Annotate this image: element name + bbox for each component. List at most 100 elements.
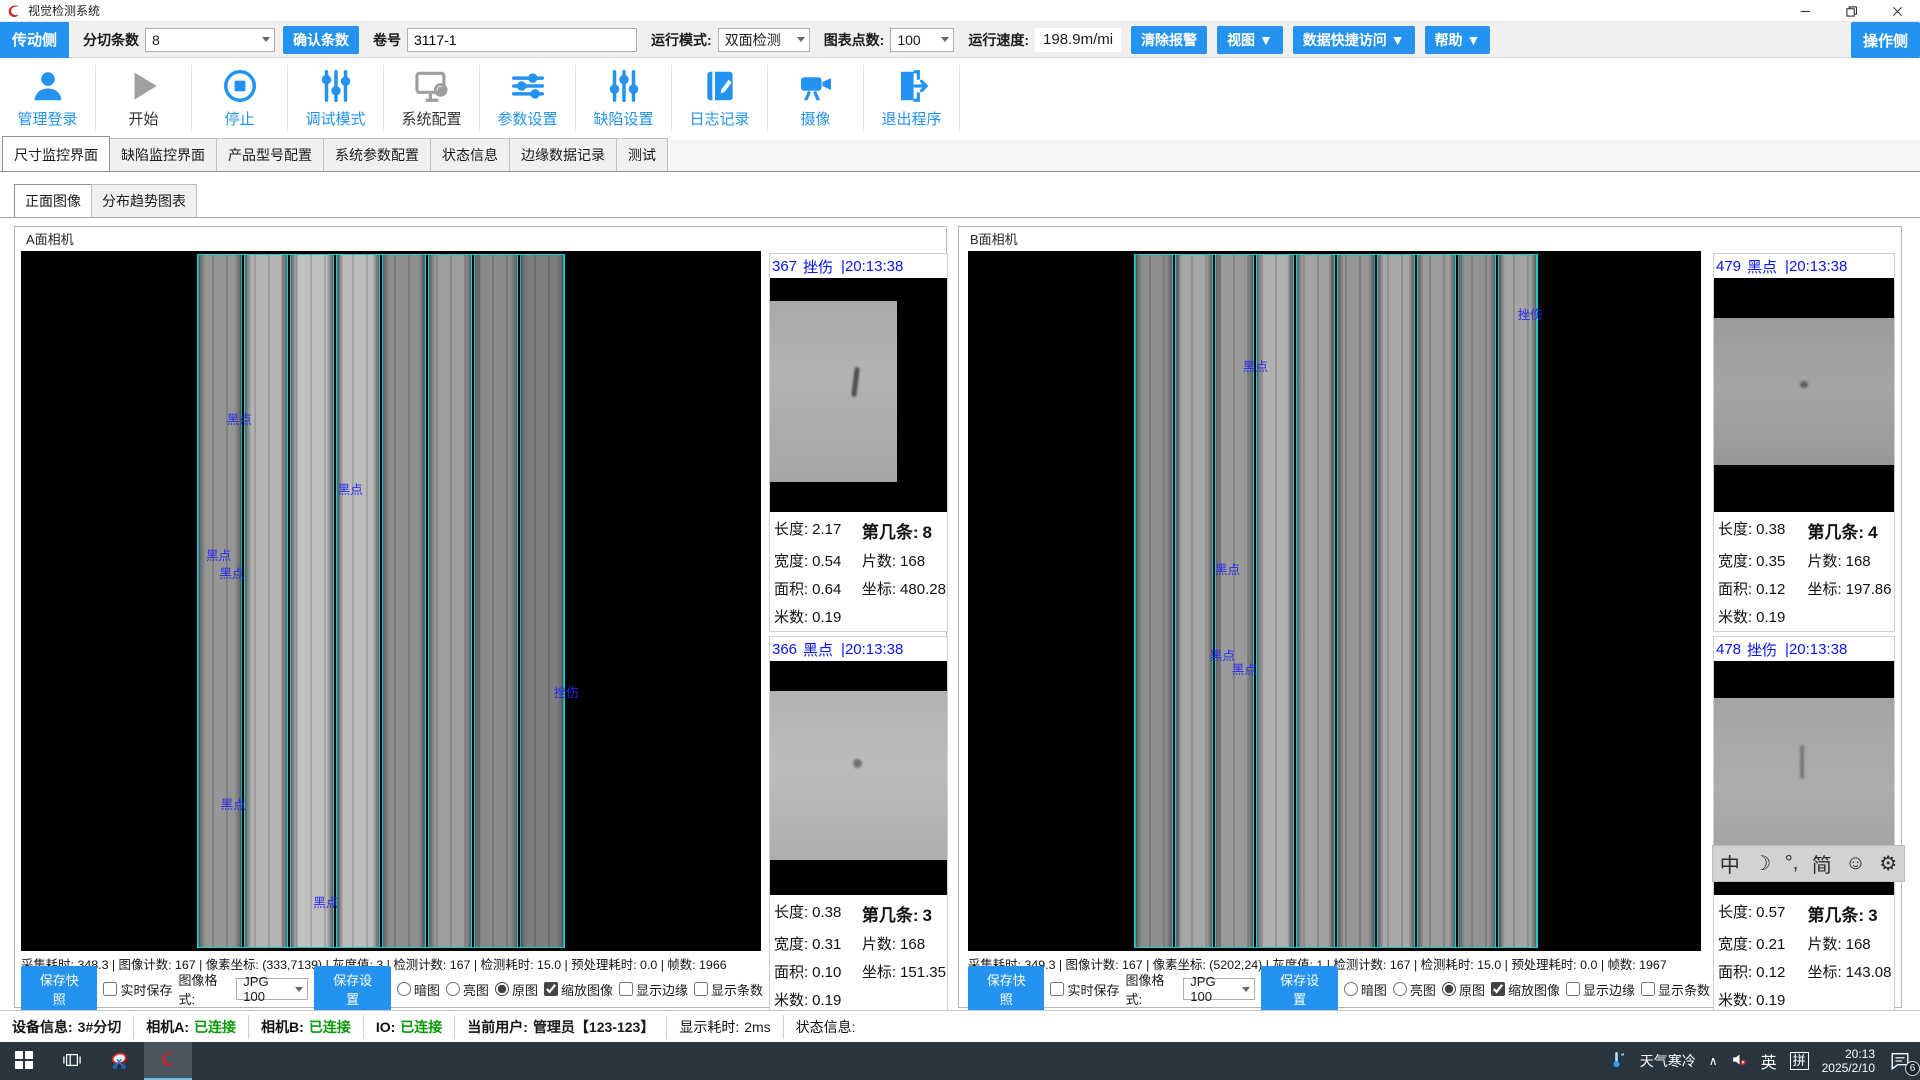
- realtime-save-checkbox[interactable]: 实时保存: [103, 980, 172, 999]
- icon-toolbar: 管理登录 开始 停止 调试模式 系统配置 参数设置 缺陷设置 日志记录: [0, 58, 1920, 138]
- material-strip: [1296, 255, 1334, 947]
- chevron-down-icon: [295, 987, 303, 992]
- restore-button[interactable]: [1828, 0, 1874, 22]
- camera-b-panel: B面相机 挫伤黑点黑点黑点黑点 479 黑点 |20:13:38 长度:0.38…: [958, 226, 1902, 1008]
- debug-mode-button[interactable]: 调试模式: [288, 65, 384, 131]
- defect-thumbnail[interactable]: [770, 278, 947, 512]
- task-view-button[interactable]: [48, 1042, 96, 1080]
- defect-coord: 197.86: [1846, 581, 1892, 598]
- exit-program-button[interactable]: 退出程序: [864, 65, 960, 131]
- stop-button[interactable]: 停止: [192, 65, 288, 131]
- defect-card[interactable]: 479 黑点 |20:13:38 长度:0.38 第几条:4 宽度:0.35 片…: [1713, 253, 1895, 632]
- subtab-front-image[interactable]: 正面图像: [14, 184, 92, 217]
- dark-image-radio[interactable]: 暗图: [397, 980, 440, 999]
- zoom-image-checkbox[interactable]: 缩放图像: [1491, 980, 1560, 999]
- ime-pinyin-indicator[interactable]: 拼: [1790, 1052, 1809, 1070]
- ime-halfmoon-icon[interactable]: ☽: [1753, 851, 1771, 876]
- show-edge-checkbox[interactable]: 显示边缘: [1566, 980, 1635, 999]
- status-bar: 设备信息:3#分切 相机A:已连接 相机B:已连接 IO:已连接 当前用户:管理…: [0, 1010, 1920, 1042]
- show-edge-checkbox[interactable]: 显示边缘: [619, 980, 688, 999]
- bright-image-radio[interactable]: 亮图: [446, 980, 489, 999]
- weather-status-text[interactable]: 天气寒冷: [1640, 1051, 1696, 1071]
- defect-thumbnail[interactable]: [1714, 278, 1894, 512]
- log-record-button[interactable]: 日志记录: [672, 65, 768, 131]
- show-strips-checkbox[interactable]: 显示条数: [1641, 980, 1710, 999]
- defect-length: 0.57: [1756, 904, 1785, 921]
- admin-login-button[interactable]: 管理登录: [0, 65, 96, 131]
- run-mode-select[interactable]: 双面检测: [718, 28, 810, 52]
- camera-a-strip-area: [197, 254, 565, 948]
- chart-points-select[interactable]: 100: [890, 28, 954, 52]
- save-settings-button[interactable]: 保存设置: [1261, 966, 1337, 1012]
- language-indicator[interactable]: 英: [1761, 1049, 1777, 1073]
- operator-side-button[interactable]: 操作侧: [1851, 22, 1920, 58]
- clear-alarm-button[interactable]: 清除报警: [1131, 26, 1207, 54]
- defect-thumbnail[interactable]: [770, 661, 947, 895]
- defect-card[interactable]: 367 挫伤 |20:13:38 长度:2.17 第几条:8 宽度:0.54 片…: [769, 253, 948, 632]
- save-settings-button[interactable]: 保存设置: [314, 966, 390, 1012]
- view-menu-button[interactable]: 视图 ▼: [1217, 26, 1283, 54]
- ime-emoji-icon[interactable]: ☺: [1845, 852, 1865, 875]
- realtime-save-checkbox[interactable]: 实时保存: [1050, 980, 1119, 999]
- defect-sliders-icon: [605, 67, 643, 105]
- material-strip: [198, 255, 242, 947]
- defect-card[interactable]: 478 挫伤 |20:13:38 长度:0.57 第几条:3 宽度:0.21 片…: [1713, 636, 1895, 1015]
- defect-settings-button[interactable]: 缺陷设置: [576, 65, 672, 131]
- start-button[interactable]: 开始: [96, 65, 192, 131]
- ime-settings-gear-icon[interactable]: ⚙: [1879, 851, 1897, 876]
- subtab-distribution-trend-chart[interactable]: 分布趋势图表: [91, 184, 197, 217]
- original-image-radio[interactable]: 原图: [495, 980, 538, 999]
- defect-time: |20:13:38: [841, 641, 903, 658]
- dark-image-radio[interactable]: 暗图: [1344, 980, 1387, 999]
- title-bar: 视觉检测系统: [0, 0, 1920, 22]
- tab-size-monitor[interactable]: 尺寸监控界面: [2, 136, 110, 171]
- defect-header: 366 黑点 |20:13:38: [770, 637, 947, 661]
- snipping-tool-button[interactable]: [96, 1042, 144, 1080]
- tab-status-info[interactable]: 状态信息: [430, 138, 510, 171]
- defect-image-label: 黑点: [338, 479, 363, 498]
- capture-button[interactable]: 摄像: [768, 65, 864, 131]
- data-quick-access-menu-button[interactable]: 数据快捷访问 ▼: [1293, 26, 1415, 54]
- defect-type: 挫伤: [803, 256, 833, 277]
- roll-number-input[interactable]: [407, 28, 637, 52]
- tab-system-params-config[interactable]: 系统参数配置: [323, 138, 431, 171]
- minimize-button[interactable]: [1782, 0, 1828, 22]
- system-config-button[interactable]: 系统配置: [384, 65, 480, 131]
- start-button[interactable]: [0, 1042, 48, 1080]
- close-button[interactable]: [1874, 0, 1920, 22]
- taskbar-clock[interactable]: 20:13 2025/2/10: [1822, 1047, 1875, 1075]
- notification-center-button[interactable]: 6: [1888, 1050, 1914, 1072]
- ime-punctuation-icon[interactable]: °,: [1785, 852, 1799, 875]
- show-strips-checkbox[interactable]: 显示条数: [694, 980, 763, 999]
- ime-chinese-mode[interactable]: 中: [1720, 849, 1740, 878]
- confirm-count-button[interactable]: 确认条数: [283, 26, 359, 54]
- defect-area: 0.12: [1756, 964, 1785, 981]
- hidden-icons-chevron[interactable]: ∧: [1709, 1054, 1718, 1068]
- params-settings-button[interactable]: 参数设置: [480, 65, 576, 131]
- defect-width: 0.35: [1756, 553, 1785, 570]
- ime-simplified-mode[interactable]: 简: [1812, 849, 1832, 878]
- material-strip: [474, 255, 518, 947]
- defect-card[interactable]: 366 黑点 |20:13:38 长度:0.38 第几条:3 宽度:0.31 片…: [769, 636, 948, 1015]
- run-speed-label: 运行速度:: [968, 30, 1029, 50]
- defect-image-label: 黑点: [313, 892, 338, 911]
- transmission-side-button[interactable]: 传动侧: [0, 22, 69, 58]
- save-snapshot-button[interactable]: 保存快照: [21, 966, 97, 1012]
- zoom-image-checkbox[interactable]: 缩放图像: [544, 980, 613, 999]
- image-format-select[interactable]: JPG 100: [236, 978, 308, 1000]
- material-strip: [1337, 255, 1375, 947]
- vision-app-taskbar-button[interactable]: [144, 1042, 192, 1080]
- speaker-muted-icon[interactable]: [1731, 1051, 1748, 1071]
- tab-edge-data-record[interactable]: 边缘数据记录: [509, 138, 617, 171]
- slit-count-select[interactable]: 8: [145, 28, 275, 52]
- tab-product-model-config[interactable]: 产品型号配置: [216, 138, 324, 171]
- bright-image-radio[interactable]: 亮图: [1393, 980, 1436, 999]
- save-snapshot-button[interactable]: 保存快照: [968, 966, 1044, 1012]
- help-menu-button[interactable]: 帮助 ▼: [1425, 26, 1491, 54]
- original-image-radio[interactable]: 原图: [1442, 980, 1485, 999]
- tab-defect-monitor[interactable]: 缺陷监控界面: [109, 138, 217, 171]
- defect-pieces: 168: [1846, 936, 1871, 953]
- scissors-snip-icon: [111, 1051, 129, 1072]
- image-format-select[interactable]: JPG 100: [1183, 978, 1255, 1000]
- tab-test[interactable]: 测试: [616, 138, 668, 171]
